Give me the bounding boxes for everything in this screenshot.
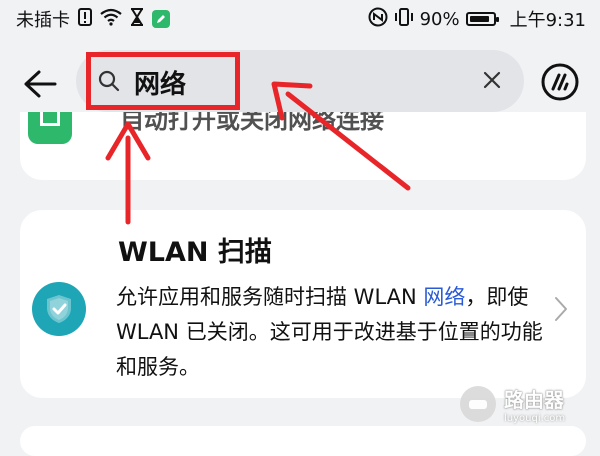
- annotation-arrows: [105, 81, 411, 225]
- router-logo-icon: [460, 386, 496, 422]
- annotation-arrow-diagonal: [271, 81, 411, 191]
- watermark-title: 路由器: [504, 388, 564, 412]
- watermark-subtitle: luyouqi.com: [504, 413, 566, 424]
- watermark: 路由器 luyouqi.com: [460, 384, 565, 424]
- annotation-arrow-up: [105, 121, 151, 225]
